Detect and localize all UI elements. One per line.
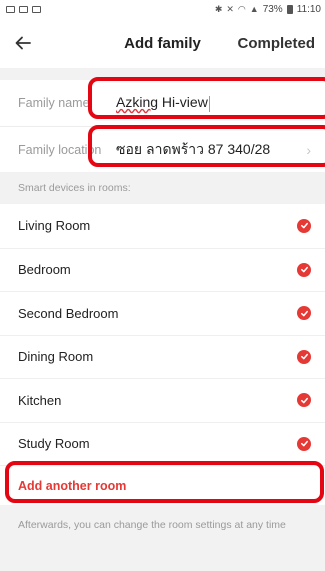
status-notifications xyxy=(6,5,41,13)
gallery-notification-icon xyxy=(6,5,15,13)
battery-percent: 73% xyxy=(262,3,283,15)
add-another-room-button[interactable]: Add another room xyxy=(0,465,325,505)
rooms-hint: Smart devices in rooms: xyxy=(0,172,325,204)
room-name: Dining Room xyxy=(18,349,94,365)
image-notification-icon xyxy=(32,5,41,13)
check-icon[interactable] xyxy=(297,218,311,233)
family-location-row[interactable]: Family location ซอย ลาดพร้าว 87 340/28 › xyxy=(0,126,325,172)
battery-icon xyxy=(286,4,293,14)
check-icon[interactable] xyxy=(297,349,311,364)
room-item-kitchen[interactable]: Kitchen xyxy=(0,378,325,422)
room-name: Study Room xyxy=(18,436,90,452)
completed-button[interactable]: Completed xyxy=(237,35,315,52)
wifi-icon: ◠ xyxy=(237,3,246,14)
room-item-dining-room[interactable]: Dining Room xyxy=(0,334,325,379)
room-name: Bedroom xyxy=(18,262,71,278)
check-icon[interactable] xyxy=(297,393,311,408)
room-name: Second Bedroom xyxy=(18,305,119,321)
room-item-living-room[interactable]: Living Room xyxy=(0,204,325,248)
family-form: Family name Azking Hi-view Family locati… xyxy=(0,80,325,172)
back-arrow-icon[interactable] xyxy=(10,30,36,56)
navigation-bar: Add family Completed xyxy=(0,18,325,68)
family-location-value: ซอย ลาดพร้าว 87 340/28 xyxy=(116,140,271,157)
room-name: Living Room xyxy=(18,218,91,234)
room-name: Kitchen xyxy=(18,392,62,408)
check-icon[interactable] xyxy=(297,306,311,321)
footer-hint: Afterwards, you can change the room sett… xyxy=(0,505,325,545)
bluetooth-icon: ✱ xyxy=(214,3,223,14)
family-name-row[interactable]: Family name Azking Hi-view xyxy=(0,80,325,126)
status-indicators: ✱ ✕ ◠ ▲ 73% 11:10 xyxy=(215,4,321,15)
add-room-label: Add another room xyxy=(18,478,127,493)
family-location-label: Family location xyxy=(18,142,102,157)
text-cursor xyxy=(208,95,211,112)
room-list: Living Room Bedroom Second Bedroom Dinin… xyxy=(0,204,325,505)
signal-icon: ▲ xyxy=(249,4,259,14)
mute-icon: ✕ xyxy=(226,3,234,14)
family-name-spellcheck-word: Azking xyxy=(116,94,159,111)
family-name-input[interactable]: Azking Hi-view xyxy=(116,94,211,112)
room-item-second-bedroom[interactable]: Second Bedroom xyxy=(0,291,325,335)
room-item-bedroom[interactable]: Bedroom xyxy=(0,247,325,292)
chevron-right-icon: › xyxy=(306,141,311,158)
room-item-study-room[interactable]: Study Room xyxy=(0,421,325,466)
check-icon[interactable] xyxy=(297,436,311,451)
message-notification-icon xyxy=(19,5,28,13)
status-bar: ✱ ✕ ◠ ▲ 73% 11:10 xyxy=(0,0,325,18)
check-icon[interactable] xyxy=(297,262,311,277)
family-name-label: Family name xyxy=(18,96,90,110)
spacer xyxy=(0,68,325,80)
family-name-value: Hi-view xyxy=(158,94,208,111)
clock: 11:10 xyxy=(296,3,321,15)
